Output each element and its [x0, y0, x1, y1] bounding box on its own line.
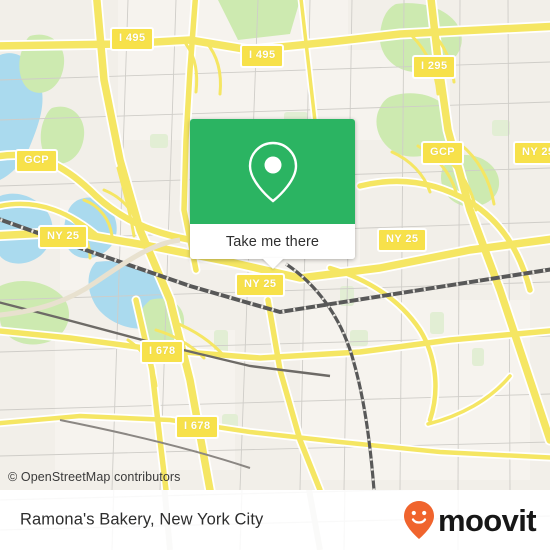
- road-shield-ny25-northeast: NY 25: [513, 141, 550, 165]
- callout-image-area: [190, 119, 355, 224]
- moovit-brand-logo[interactable]: moovit: [402, 499, 537, 541]
- callout-action-bar[interactable]: Take me there: [190, 224, 355, 259]
- road-shield-gcp-west: GCP: [15, 149, 59, 173]
- road-shield-i678-upper: I 678: [140, 340, 185, 364]
- callout-pointer-tail: [261, 258, 284, 269]
- road-shield-i495-west: I 495: [110, 27, 155, 51]
- take-me-there-label: Take me there: [225, 233, 320, 250]
- moovit-wordmark: moovit: [437, 502, 537, 538]
- map-attribution[interactable]: © OpenStreetMap contributors: [8, 470, 181, 484]
- location-pin-icon: [248, 141, 297, 203]
- place-callout-card[interactable]: Take me there: [190, 119, 355, 269]
- road-shield-ny25-east: NY 25: [377, 228, 428, 252]
- road-shield-i678-lower: I 678: [175, 415, 220, 439]
- road-shield-i295: I 295: [412, 55, 457, 79]
- moovit-smiley-pin-icon: [403, 501, 434, 539]
- place-title: Ramona's Bakery, New York City: [20, 510, 264, 529]
- footer-bar: Ramona's Bakery, New York City moovit: [0, 490, 550, 550]
- moovit-map-screenshot: I 495 I 495 I 295 GCP GCP NY 25 NY 25 NY…: [0, 0, 550, 550]
- map-canvas[interactable]: I 495 I 495 I 295 GCP GCP NY 25 NY 25 NY…: [0, 0, 550, 490]
- road-shield-ny25-center: NY 25: [235, 273, 286, 297]
- road-shield-gcp-east: GCP: [421, 141, 465, 165]
- road-shield-i495-east: I 495: [240, 44, 285, 68]
- road-shield-ny25-west: NY 25: [38, 225, 89, 249]
